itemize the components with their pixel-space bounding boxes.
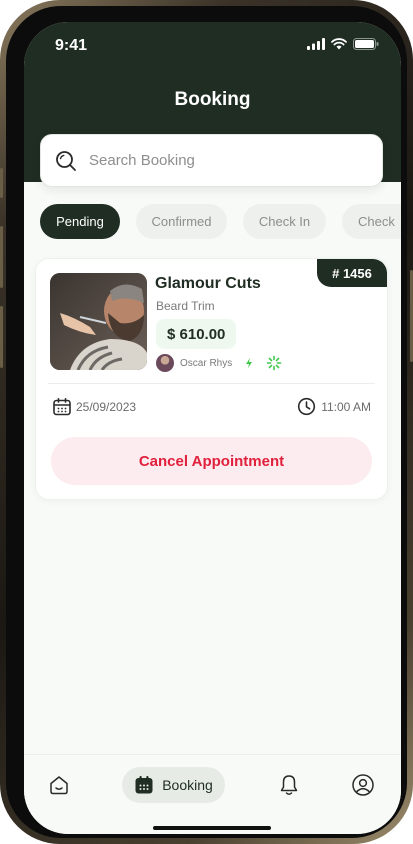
nav-profile[interactable]	[348, 767, 378, 803]
bottom-nav: Booking	[24, 754, 401, 834]
time-text: 11:00 AM	[321, 399, 371, 414]
signal-icon	[307, 38, 325, 50]
search-input[interactable]	[89, 152, 339, 169]
tab-label: Pending	[56, 214, 104, 229]
booking-time: 11:00 AM	[297, 397, 371, 416]
home-icon	[50, 776, 68, 795]
date-text: 25/09/2023	[76, 400, 137, 414]
volume-up-button	[0, 226, 3, 288]
wifi-icon	[331, 38, 347, 50]
flash-icon	[246, 358, 253, 368]
barber-info: Oscar Rhys	[156, 354, 282, 372]
tab-pending[interactable]: Pending	[40, 204, 120, 239]
nav-notifications[interactable]	[274, 767, 304, 803]
booking-card[interactable]: # 1456 Glamour Cuts Beard Trim $ 610.00 …	[35, 258, 388, 500]
calendar-icon	[53, 397, 71, 416]
search-bar[interactable]	[40, 134, 383, 187]
status-icons	[307, 38, 379, 50]
profile-icon	[352, 774, 374, 796]
mute-switch	[0, 168, 3, 198]
shop-photo	[50, 273, 147, 370]
nav-booking[interactable]: Booking	[122, 767, 225, 803]
phone-bezel: 9:41 Booking Search Booking Pending Conf…	[6, 6, 407, 838]
loading-spinner-icon	[266, 355, 282, 371]
nav-booking-label: Booking	[162, 777, 213, 793]
status-time: 9:41	[55, 37, 88, 54]
bell-icon	[280, 775, 298, 795]
card-divider	[48, 383, 375, 384]
tab-check-in[interactable]: Check In	[243, 204, 326, 239]
booking-id-badge: # 1456	[317, 259, 387, 287]
screen: 9:41 Booking Search Booking Pending Conf…	[24, 22, 401, 834]
avatar	[156, 354, 174, 372]
cancel-appointment-button[interactable]: Cancel Appointment	[51, 437, 372, 485]
tab-confirmed[interactable]: Confirmed	[136, 204, 227, 239]
price-tag: $ 610.00	[156, 319, 237, 349]
shop-name: Glamour Cuts	[155, 275, 261, 292]
booking-date: 25/09/2023	[52, 397, 136, 417]
barber-name: Oscar Rhys	[180, 357, 233, 369]
home-indicator	[153, 826, 271, 830]
search-icon	[56, 150, 76, 171]
service-name: Beard Trim	[156, 299, 215, 313]
tab-check-out[interactable]: Check	[342, 204, 401, 239]
nav-home[interactable]	[44, 767, 74, 803]
clock-icon	[298, 397, 316, 416]
phone-frame: 9:41 Booking Search Booking Pending Conf…	[0, 0, 413, 844]
battery-icon	[353, 38, 379, 50]
tab-label: Check	[358, 214, 395, 229]
status-tabs: Pending Confirmed Check In Check	[40, 204, 401, 239]
calendar-icon	[135, 776, 153, 794]
page-title: Booking	[174, 89, 251, 110]
tab-label: Check In	[258, 214, 311, 229]
volume-down-button	[0, 306, 3, 368]
tab-label: Confirmed	[151, 214, 212, 229]
